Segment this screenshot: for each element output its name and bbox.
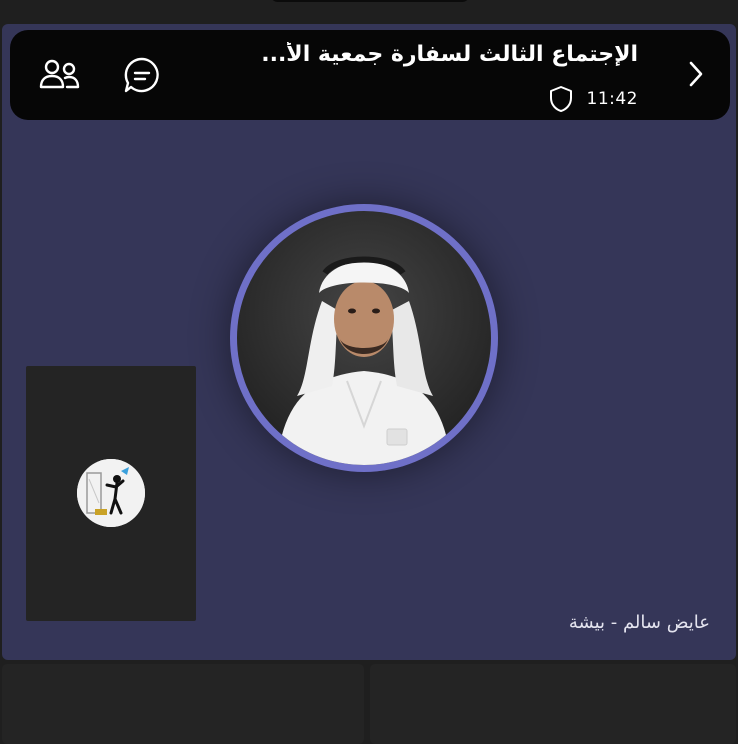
shield-icon	[549, 86, 572, 112]
chat-bubble-icon	[124, 57, 159, 93]
people-icon	[39, 59, 80, 89]
participants-button[interactable]	[38, 56, 82, 96]
active-speaker-avatar[interactable]	[237, 211, 491, 465]
meeting-stage: الإجتماع الثالث لسفارة جمعية الأ... 11:4…	[2, 24, 736, 660]
call-header-bar: الإجتماع الثالث لسفارة جمعية الأ... 11:4…	[10, 30, 730, 120]
participant-photo	[277, 256, 451, 465]
self-video-tile[interactable]	[26, 366, 196, 621]
participant-tile-right[interactable]	[370, 664, 736, 744]
self-avatar	[77, 459, 145, 527]
chevron-right-icon	[689, 61, 703, 87]
participant-name-label: عايض سالم - بيشة	[568, 612, 710, 633]
call-status: 11:42	[549, 85, 639, 113]
self-avatar-image	[77, 459, 145, 527]
participant-tile-left[interactable]	[2, 664, 364, 744]
call-duration: 11:42	[586, 89, 638, 109]
active-speaker-ring	[230, 204, 498, 472]
back-button[interactable]	[678, 56, 714, 92]
device-notch	[270, 0, 470, 2]
meeting-title: الإجتماع الثالث لسفارة جمعية الأ...	[261, 42, 638, 67]
chat-button[interactable]	[122, 56, 162, 96]
